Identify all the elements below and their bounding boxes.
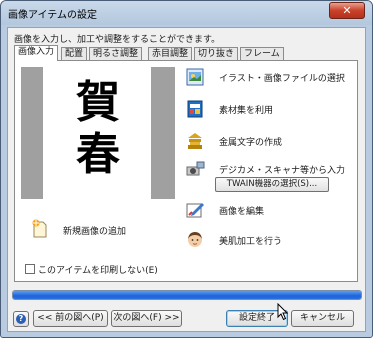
dialog-body: 画像を入力し、加工や調整をすることができます。 画像入力 配置 明るさ調整 赤目… (7, 27, 366, 332)
no-print-label: このアイテムを印刷しない(E) (38, 266, 158, 276)
skin-beautify-label: 美肌加工を行う (219, 237, 283, 247)
gold-letter-icon (188, 133, 202, 149)
mouse-cursor-icon (277, 303, 289, 321)
dialog-window: 画像アイテムの設定 ✕ 画像を入力し、加工や調整をすることができます。 画像入力… (0, 0, 373, 338)
image-preview: 賀 春 (21, 67, 175, 199)
tab-crop[interactable]: 切り抜き (194, 47, 239, 60)
new-image-icon (32, 219, 47, 238)
cancel-button[interactable]: キャンセル (291, 310, 354, 327)
tab-image-input[interactable]: 画像入力 (14, 45, 59, 61)
image-input-panel: 賀 春 イラスト・画像ファイルの選択 素材集を利用 金属文字の作成 デジカメ・ス… (14, 60, 358, 282)
metal-text-label: 金属文字の作成 (219, 138, 283, 148)
preview-glyph-top: 賀 (76, 77, 120, 128)
camera-scanner-label: デジカメ・スキャナ等から入力 (219, 166, 346, 176)
no-print-checkbox[interactable] (25, 264, 35, 274)
material-book-icon (187, 100, 203, 118)
preview-glyph-bottom: 春 (76, 129, 120, 180)
material-collection-label: 素材集を利用 (219, 106, 274, 116)
scanner-icon (186, 161, 205, 176)
close-icon: ✕ (342, 4, 352, 17)
progress-bar (12, 290, 362, 300)
tab-layout[interactable]: 配置 (61, 47, 88, 60)
edit-image-label: 画像を編集 (219, 207, 265, 217)
progress-fill (13, 291, 361, 299)
edit-image-icon (186, 203, 204, 218)
image-file-icon (186, 68, 204, 86)
add-new-image-label: 新規画像の追加 (63, 227, 127, 237)
close-button[interactable]: ✕ (329, 2, 365, 19)
previous-button[interactable]: << 前の図へ(P) (33, 310, 108, 327)
face-icon (188, 232, 202, 247)
window-title: 画像アイテムの設定 (8, 10, 97, 21)
tab-brightness[interactable]: 明るさ調整 (89, 47, 143, 60)
help-icon: ? (16, 314, 26, 324)
nenga-card-image: 賀 春 (43, 67, 151, 199)
title-bar[interactable]: 画像アイテムの設定 ✕ (1, 1, 372, 25)
tab-red-eye[interactable]: 赤目調整 (148, 47, 193, 60)
twain-select-button[interactable]: TWAIN機器の選択(S)... (215, 177, 329, 192)
help-button[interactable]: ? (13, 311, 29, 327)
description-text: 画像を入力し、加工や調整をすることができます。 (14, 35, 221, 45)
next-button[interactable]: 次の図へ(F) >> (111, 310, 182, 327)
select-image-file-label: イラスト・画像ファイルの選択 (219, 74, 345, 84)
tab-frame[interactable]: フレーム (240, 47, 284, 60)
